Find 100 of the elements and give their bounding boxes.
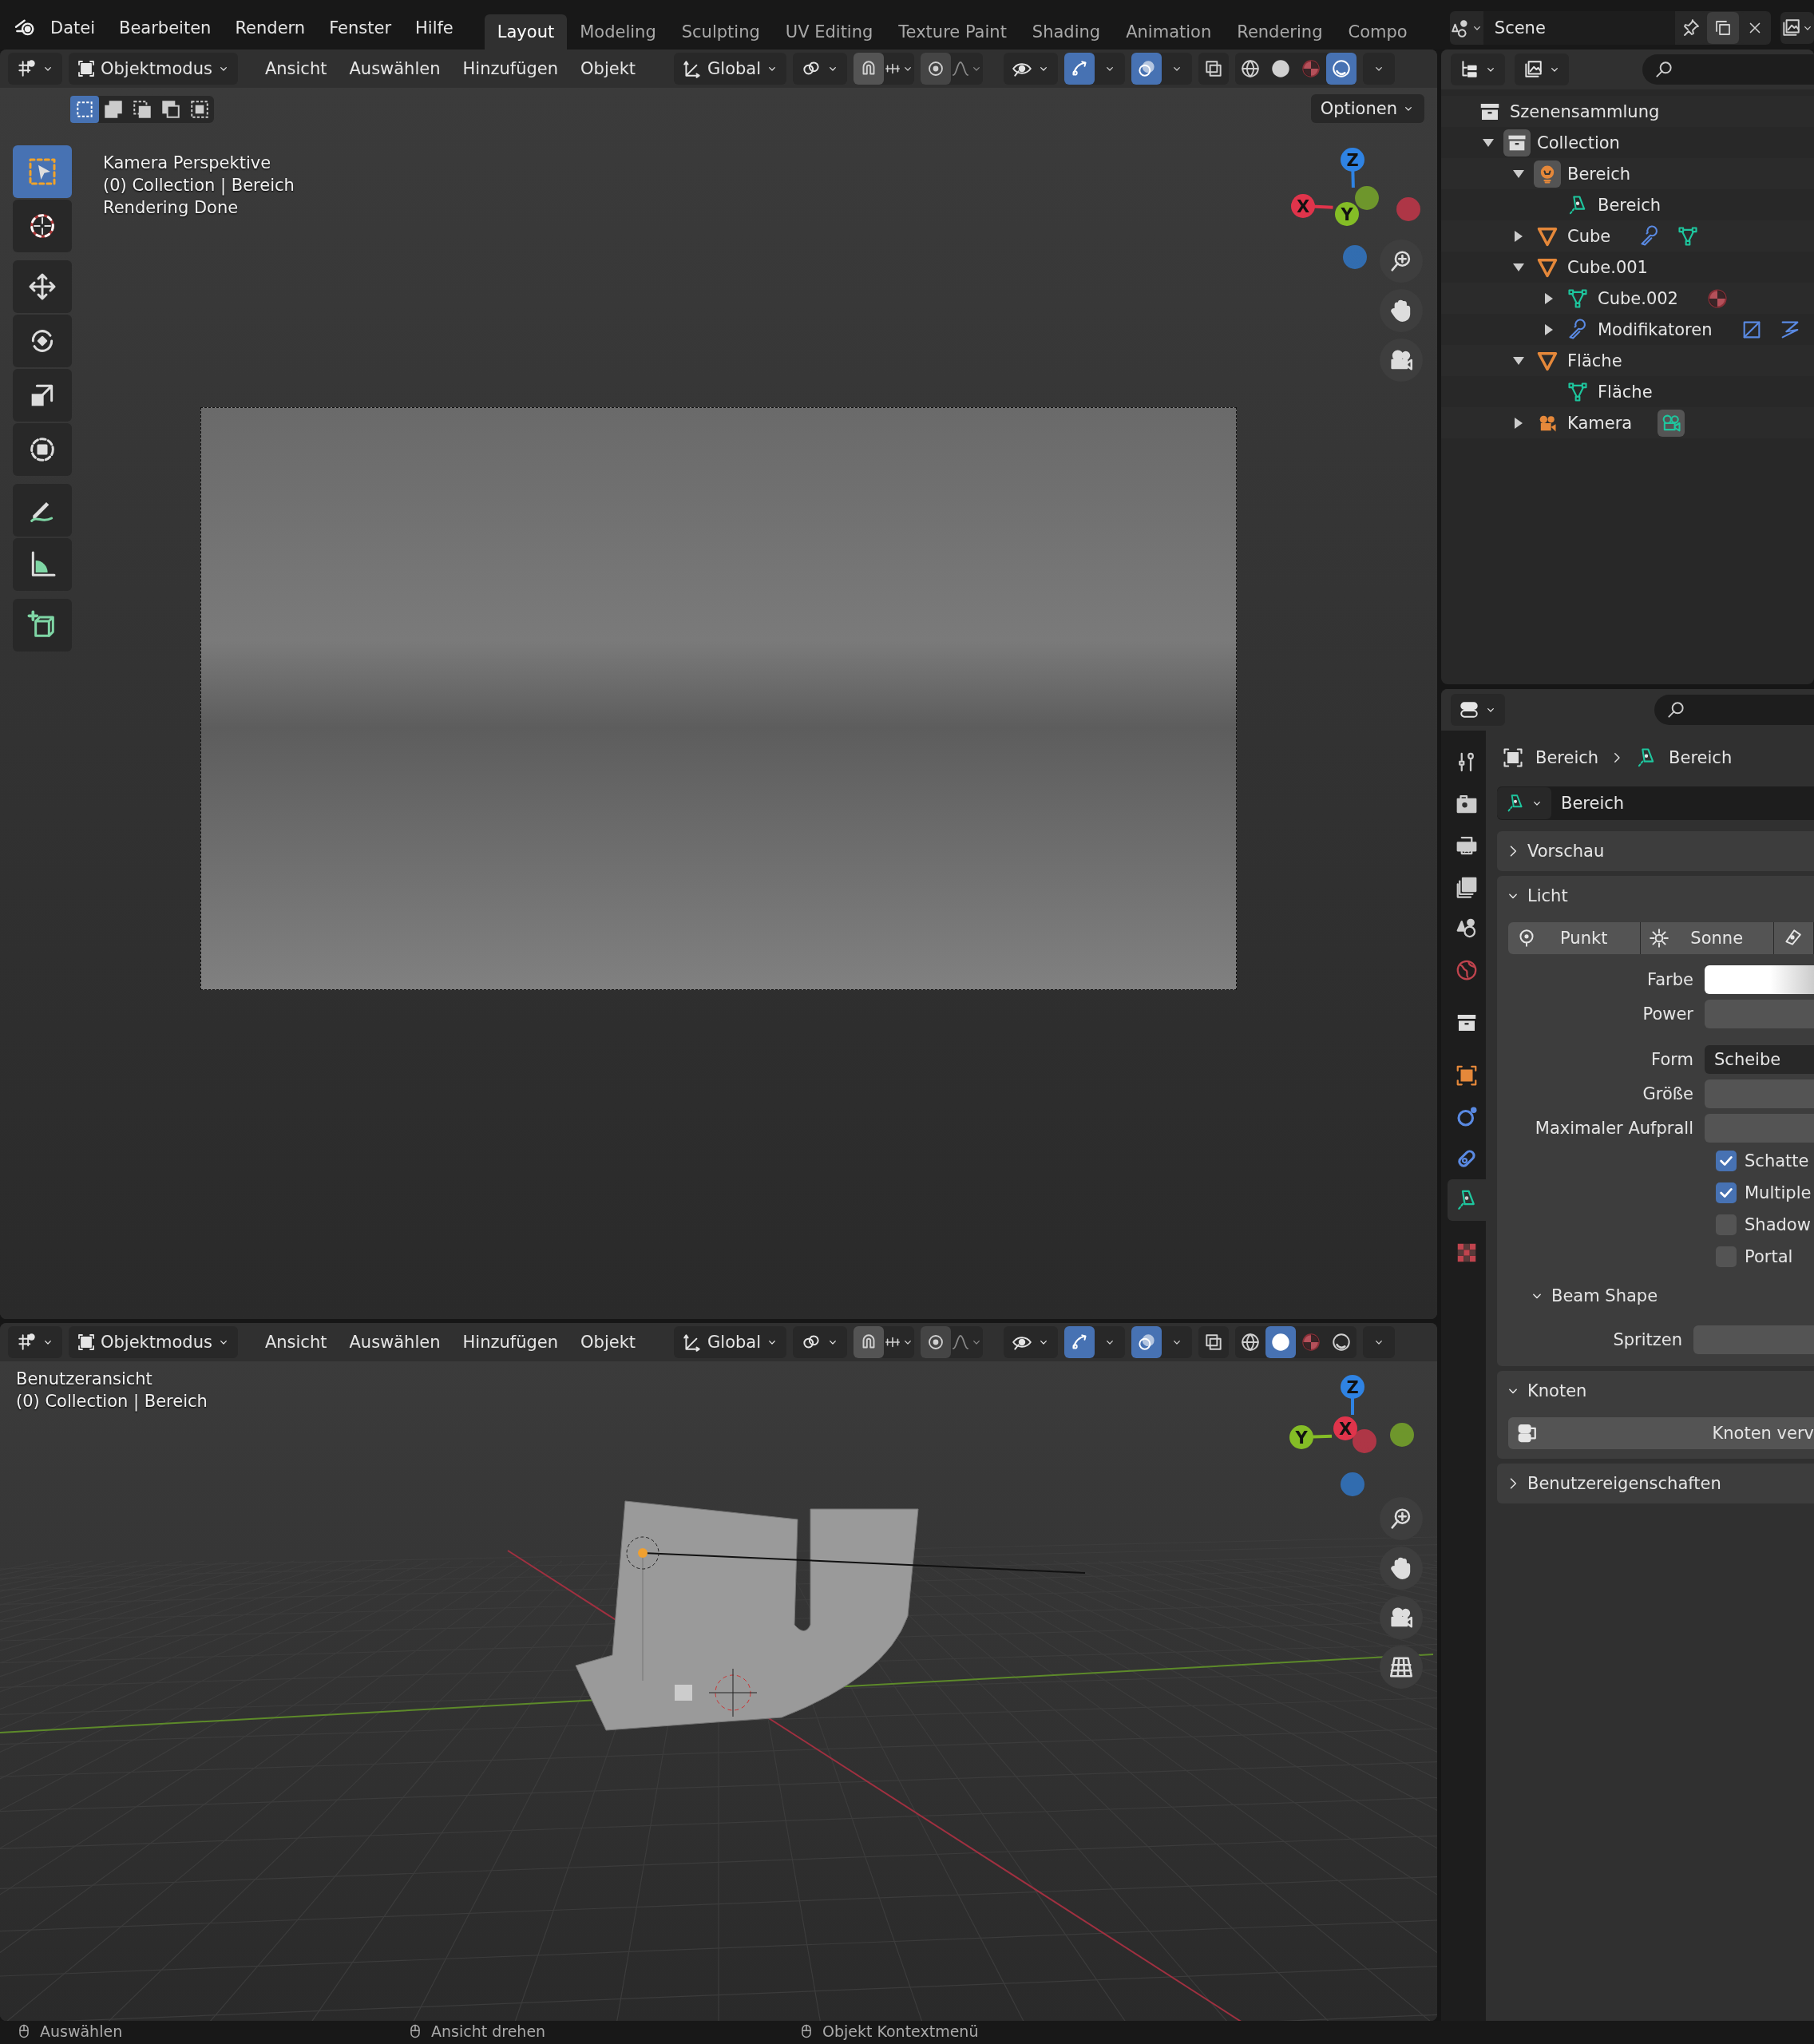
collapsed-triangle-icon[interactable] <box>1545 292 1553 304</box>
menu-item[interactable]: Auswählen <box>341 54 449 83</box>
visibility-dropdown[interactable] <box>1004 1326 1059 1358</box>
menu-item[interactable]: Hinzufügen <box>454 1328 567 1357</box>
pan-button[interactable] <box>1380 1547 1423 1590</box>
outliner-item[interactable]: Bereich <box>1598 195 1662 215</box>
expanded-triangle-icon[interactable] <box>1483 138 1494 147</box>
light-type-button[interactable]: Punkt <box>1508 922 1642 954</box>
tool-button[interactable] <box>13 423 72 476</box>
shading-button[interactable] <box>1265 1326 1297 1358</box>
tool-button[interactable] <box>13 260 72 313</box>
mode-dropdown[interactable]: Objektmodus <box>69 53 238 85</box>
gizmo-toggle[interactable] <box>1064 1326 1095 1358</box>
search-field[interactable] <box>1654 695 1814 725</box>
light-type-button[interactable]: Sonne <box>1641 922 1774 954</box>
axis-handle[interactable] <box>1341 148 1364 172</box>
workspace-tab[interactable]: Modeling <box>567 14 669 50</box>
expanded-triangle-icon[interactable] <box>1513 169 1524 178</box>
datablock-browse-button[interactable] <box>1497 787 1551 819</box>
axis-handle[interactable] <box>1341 1375 1364 1399</box>
duplicate-button[interactable] <box>1706 12 1739 44</box>
workspace-tab[interactable]: UV Editing <box>772 14 886 50</box>
datablock-name-field[interactable]: Bereich <box>1551 794 1625 813</box>
menu-item[interactable]: Auswählen <box>341 1328 449 1357</box>
selection-mode-button[interactable] <box>70 96 99 123</box>
search-field[interactable] <box>1642 54 1814 85</box>
scene-name-field[interactable]: Scene <box>1483 11 1675 45</box>
menu-item[interactable]: Objekt <box>572 1328 644 1357</box>
breadcrumb-item[interactable]: Bereich <box>1535 748 1599 767</box>
overlay-toggle[interactable] <box>1131 53 1162 85</box>
workspace-tab[interactable]: Sculpting <box>668 14 773 50</box>
editor-type-button[interactable] <box>8 53 62 85</box>
properties-tab[interactable] <box>1448 1179 1486 1221</box>
shape-dropdown[interactable]: Scheibe <box>1705 1044 1814 1074</box>
panel-header[interactable]: Knoten <box>1497 1371 1814 1411</box>
checkbox[interactable] <box>1716 1182 1737 1203</box>
workspace-tab[interactable]: Compo <box>1335 14 1420 50</box>
shading-button[interactable] <box>1326 53 1357 85</box>
outliner-item[interactable]: Cube.002 <box>1598 288 1678 308</box>
workspace-tab[interactable]: Layout <box>484 14 568 50</box>
workspace-tab[interactable]: Texture Paint <box>885 14 1020 50</box>
collapsed-triangle-icon[interactable] <box>1515 417 1523 429</box>
outliner-item[interactable]: Cube.001 <box>1567 257 1648 277</box>
visibility-dropdown[interactable] <box>1004 53 1059 85</box>
gizmo-toggle[interactable] <box>1064 53 1095 85</box>
pivot-dropdown[interactable] <box>793 1326 848 1358</box>
menu-item[interactable]: Datei <box>38 14 108 42</box>
panel-header[interactable]: Licht <box>1497 876 1814 916</box>
negative-axis-dot[interactable] <box>1355 186 1379 210</box>
light-type-button[interactable] <box>1773 922 1814 954</box>
menu-item[interactable]: Fenster <box>317 14 403 42</box>
subpanel-header[interactable]: Beam Shape <box>1521 1276 1814 1316</box>
panel-header[interactable]: Vorschau <box>1497 831 1814 871</box>
workspace-tab[interactable]: Shading <box>1019 14 1114 50</box>
menu-item[interactable]: Hilfe <box>403 14 465 42</box>
negative-axis-dot[interactable] <box>1353 1429 1376 1453</box>
menu-item[interactable]: Hinzufügen <box>454 54 567 83</box>
axis-handle[interactable] <box>1335 202 1359 226</box>
breadcrumb-item[interactable]: Bereich <box>1669 748 1733 767</box>
outliner-item[interactable]: Kamera <box>1567 413 1633 433</box>
tool-button[interactable] <box>13 315 72 367</box>
pivot-dropdown[interactable] <box>793 53 848 85</box>
outliner-item[interactable]: Modifikatoren <box>1598 319 1713 339</box>
menu-item[interactable]: Ansicht <box>256 54 335 83</box>
orientation-dropdown[interactable]: Global <box>674 53 787 85</box>
mode-dropdown[interactable]: Objektmodus <box>69 1326 238 1358</box>
proportional-toggle[interactable] <box>921 53 952 85</box>
snap-toggle[interactable] <box>854 1326 885 1358</box>
negative-axis-dot[interactable] <box>1341 1472 1364 1496</box>
collapsed-triangle-icon[interactable] <box>1545 323 1553 335</box>
expanded-triangle-icon[interactable] <box>1513 263 1524 271</box>
color-swatch[interactable] <box>1705 965 1814 994</box>
orientation-dropdown[interactable]: Global <box>674 1326 787 1358</box>
axis-handle[interactable] <box>1289 1425 1313 1449</box>
menu-item[interactable]: Rendern <box>223 14 318 42</box>
options-dropdown[interactable]: Optionen <box>1310 94 1424 123</box>
menu-item[interactable]: Bearbeiten <box>107 14 224 42</box>
view-layer-button[interactable] <box>1780 12 1814 44</box>
menu-item[interactable]: Ansicht <box>256 1328 335 1357</box>
axis-handle[interactable] <box>1333 1416 1357 1440</box>
outliner-item[interactable]: Cube <box>1567 226 1611 246</box>
tool-button[interactable] <box>13 200 72 252</box>
outliner-item[interactable]: Fläche <box>1598 382 1653 402</box>
panel-header[interactable]: Benutzereigenschaften <box>1497 1464 1814 1503</box>
outliner-item[interactable]: Fläche <box>1567 351 1622 370</box>
snap-toggle[interactable] <box>854 53 885 85</box>
outliner-item[interactable]: Collection <box>1537 133 1620 153</box>
nodes-button[interactable]: Knoten verv <box>1508 1417 1814 1449</box>
negative-axis-dot[interactable] <box>1343 245 1367 269</box>
camera-button[interactable] <box>1380 1596 1423 1639</box>
editor-type-button[interactable] <box>1451 53 1505 85</box>
overlay-toggle[interactable] <box>1131 1326 1162 1358</box>
expanded-triangle-icon[interactable] <box>1513 356 1524 365</box>
workspace-tab[interactable]: Rendering <box>1224 14 1336 50</box>
outliner-item[interactable]: Bereich <box>1567 164 1631 184</box>
display-mode-button[interactable] <box>1515 53 1569 85</box>
checkbox[interactable] <box>1716 1151 1737 1171</box>
collapsed-triangle-icon[interactable] <box>1515 230 1523 242</box>
grid-button[interactable] <box>1380 1646 1423 1689</box>
workspace-tab[interactable]: Animation <box>1113 14 1225 50</box>
